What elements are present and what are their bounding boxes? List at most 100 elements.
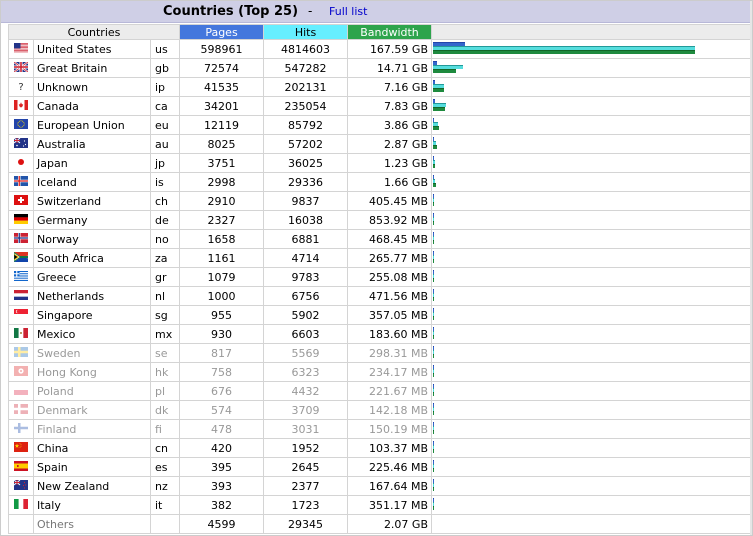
country-name: Japan — [33, 153, 151, 173]
table-row: Spain es 395 2645 225.46 MB — [8, 457, 751, 477]
country-flag-icon — [8, 381, 34, 401]
country-code: se — [150, 343, 180, 363]
pages-value: 574 — [179, 400, 264, 420]
table-row: United States us 598961 4814603 167.59 GB — [8, 39, 751, 59]
country-flag-icon — [8, 191, 34, 211]
table-row: China cn 420 1952 103.37 MB — [8, 438, 751, 458]
bandwidth-value: 471.56 MB — [347, 286, 432, 306]
column-header-bandwidth: Bandwidth — [347, 24, 432, 40]
country-code: ca — [150, 96, 180, 116]
bandwidth-value: 14.71 GB — [347, 58, 432, 78]
bar-graph-cell — [431, 286, 751, 306]
bandwidth-value: 7.83 GB — [347, 96, 432, 116]
others-code-cell — [150, 514, 180, 534]
bandwidth-value: 853.92 MB — [347, 210, 432, 230]
bar-graph-cell — [431, 305, 751, 325]
country-name: Australia — [33, 134, 151, 154]
country-code: de — [150, 210, 180, 230]
hits-value: 3709 — [263, 400, 348, 420]
pages-value: 930 — [179, 324, 264, 344]
country-code: cn — [150, 438, 180, 458]
table-row: Singapore sg 955 5902 357.05 MB — [8, 305, 751, 325]
bar-group — [432, 97, 750, 115]
bar-graph-cell — [431, 77, 751, 97]
country-name: Mexico — [33, 324, 151, 344]
country-code: ip — [150, 77, 180, 97]
bandwidth-bar — [433, 468, 434, 472]
others-hits: 29345 — [263, 514, 348, 534]
table-header-row: Countries Pages Hits Bandwidth — [8, 24, 751, 40]
country-flag-icon — [8, 58, 34, 78]
bandwidth-value: 150.19 MB — [347, 419, 432, 439]
pages-value: 478 — [179, 419, 264, 439]
bandwidth-value: 234.17 MB — [347, 362, 432, 382]
pages-value: 817 — [179, 343, 264, 363]
column-header-pages: Pages — [179, 24, 264, 40]
bar-group — [432, 40, 750, 58]
bandwidth-value: 183.60 MB — [347, 324, 432, 344]
bar-group — [432, 344, 750, 362]
hits-value: 202131 — [263, 77, 348, 97]
country-code: dk — [150, 400, 180, 420]
pages-value: 955 — [179, 305, 264, 325]
countries-table: Countries Pages Hits Bandwidth United St… — [8, 24, 751, 534]
bandwidth-bar — [433, 50, 695, 54]
table-row: Japan jp 3751 36025 1.23 GB — [8, 153, 751, 173]
hits-value: 4814603 — [263, 39, 348, 59]
column-header-graph — [431, 24, 751, 40]
bar-group — [432, 287, 750, 305]
country-flag-icon — [8, 400, 34, 420]
bar-group — [432, 135, 750, 153]
country-code: is — [150, 172, 180, 192]
hits-value: 1952 — [263, 438, 348, 458]
table-row: Great Britain gb 72574 547282 14.71 GB — [8, 58, 751, 78]
pages-value: 41535 — [179, 77, 264, 97]
bar-graph-cell — [431, 495, 751, 515]
bandwidth-bar — [433, 145, 437, 149]
pages-value: 8025 — [179, 134, 264, 154]
country-flag-icon — [8, 362, 34, 382]
pages-value: 1161 — [179, 248, 264, 268]
country-code: gb — [150, 58, 180, 78]
bar-graph-cell — [431, 58, 751, 78]
pages-value: 420 — [179, 438, 264, 458]
bar-group — [432, 268, 750, 286]
country-code: sg — [150, 305, 180, 325]
country-flag-icon — [8, 96, 34, 116]
hits-value: 2377 — [263, 476, 348, 496]
column-header-countries: Countries — [8, 24, 180, 40]
bar-graph-cell — [431, 400, 751, 420]
bandwidth-value: 357.05 MB — [347, 305, 432, 325]
country-name: Unknown — [33, 77, 151, 97]
table-row: Sweden se 817 5569 298.31 MB — [8, 343, 751, 363]
table-row: Hong Kong hk 758 6323 234.17 MB — [8, 362, 751, 382]
table-row: Netherlands nl 1000 6756 471.56 MB — [8, 286, 751, 306]
hits-value: 5569 — [263, 343, 348, 363]
bandwidth-value: 351.17 MB — [347, 495, 432, 515]
country-code: es — [150, 457, 180, 477]
bandwidth-bar — [433, 202, 434, 206]
full-list-link[interactable]: Full list — [329, 5, 367, 18]
bandwidth-value: 265.77 MB — [347, 248, 432, 268]
bandwidth-bar — [433, 107, 445, 111]
country-name: Poland — [33, 381, 151, 401]
country-name: Denmark — [33, 400, 151, 420]
others-pages: 4599 — [179, 514, 264, 534]
vertical-scrollbar[interactable] — [750, 1, 752, 535]
hits-value: 9837 — [263, 191, 348, 211]
bandwidth-bar — [433, 164, 435, 168]
bandwidth-value: 468.45 MB — [347, 229, 432, 249]
country-name: New Zealand — [33, 476, 151, 496]
bar-group — [432, 211, 750, 229]
hits-value: 16038 — [263, 210, 348, 230]
table-row: Switzerland ch 2910 9837 405.45 MB — [8, 191, 751, 211]
title-separator: - — [308, 4, 313, 18]
pages-value: 12119 — [179, 115, 264, 135]
bar-graph-cell — [431, 248, 751, 268]
hits-value: 85792 — [263, 115, 348, 135]
country-flag-icon — [8, 153, 34, 173]
table-row: Finland fi 478 3031 150.19 MB — [8, 419, 751, 439]
bar-group — [432, 363, 750, 381]
country-flag-icon — [8, 172, 34, 192]
bar-group — [432, 192, 750, 210]
